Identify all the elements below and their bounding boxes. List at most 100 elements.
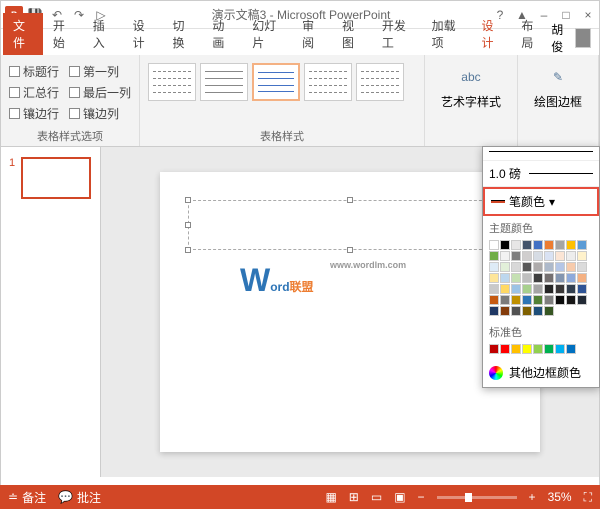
tab-addins[interactable]: 加载项: [422, 13, 472, 55]
color-swatch[interactable]: [522, 273, 532, 283]
handle[interactable]: [347, 247, 353, 253]
color-swatch[interactable]: [500, 273, 510, 283]
tab-table-design[interactable]: 设计: [471, 13, 511, 55]
tab-slideshow[interactable]: 幻灯片: [242, 13, 292, 55]
tab-home[interactable]: 开始: [43, 13, 83, 55]
color-swatch[interactable]: [522, 240, 532, 250]
table-style-4[interactable]: [304, 63, 352, 101]
color-swatch[interactable]: [544, 262, 554, 272]
color-swatch[interactable]: [577, 284, 587, 294]
color-swatch[interactable]: [555, 240, 565, 250]
color-swatch[interactable]: [511, 262, 521, 272]
sorter-view-icon[interactable]: ⊞: [349, 490, 359, 504]
color-swatch[interactable]: [555, 284, 565, 294]
chk-banded-cols[interactable]: 镶边列: [69, 105, 131, 122]
user-area[interactable]: 胡俊: [551, 21, 599, 55]
color-swatch[interactable]: [500, 295, 510, 305]
color-swatch[interactable]: [533, 295, 543, 305]
wordart-button[interactable]: abc 艺术字样式: [433, 59, 509, 116]
color-swatch[interactable]: [511, 344, 521, 354]
color-swatch[interactable]: [522, 306, 532, 316]
more-colors-button[interactable]: 其他边框颜色: [483, 358, 599, 387]
color-swatch[interactable]: [555, 295, 565, 305]
color-swatch[interactable]: [577, 273, 587, 283]
color-swatch[interactable]: [489, 344, 499, 354]
tab-view[interactable]: 视图: [332, 13, 372, 55]
color-swatch[interactable]: [544, 306, 554, 316]
color-swatch[interactable]: [544, 273, 554, 283]
color-swatch[interactable]: [555, 344, 565, 354]
chk-banded-rows[interactable]: 镶边行: [9, 105, 59, 122]
color-swatch[interactable]: [577, 240, 587, 250]
color-swatch[interactable]: [533, 240, 543, 250]
color-swatch[interactable]: [555, 273, 565, 283]
color-swatch[interactable]: [577, 295, 587, 305]
color-swatch[interactable]: [566, 284, 576, 294]
chk-first-col[interactable]: 第一列: [69, 63, 131, 80]
color-swatch[interactable]: [544, 251, 554, 261]
color-swatch[interactable]: [489, 284, 499, 294]
color-swatch[interactable]: [511, 240, 521, 250]
tab-transition[interactable]: 切换: [163, 13, 203, 55]
zoom-slider[interactable]: [437, 496, 517, 499]
title-textbox[interactable]: [188, 200, 512, 250]
color-swatch[interactable]: [566, 344, 576, 354]
slideshow-view-icon[interactable]: ▣: [394, 490, 405, 504]
color-swatch[interactable]: [566, 295, 576, 305]
color-swatch[interactable]: [500, 262, 510, 272]
color-swatch[interactable]: [511, 306, 521, 316]
close-icon[interactable]: ×: [581, 8, 595, 22]
maximize-icon[interactable]: □: [559, 8, 573, 22]
tab-file[interactable]: 文件: [3, 13, 43, 55]
handle[interactable]: [185, 222, 191, 228]
slide-thumbnail[interactable]: [21, 157, 91, 199]
color-swatch[interactable]: [500, 240, 510, 250]
tab-review[interactable]: 审阅: [292, 13, 332, 55]
color-swatch[interactable]: [533, 284, 543, 294]
zoom-thumb[interactable]: [465, 493, 472, 502]
reading-view-icon[interactable]: ▭: [371, 490, 382, 504]
chk-total-row[interactable]: 汇总行: [9, 84, 59, 101]
color-swatch[interactable]: [489, 306, 499, 316]
color-swatch[interactable]: [500, 344, 510, 354]
color-swatch[interactable]: [522, 295, 532, 305]
pen-color-button[interactable]: 笔颜色▾: [483, 187, 599, 216]
color-swatch[interactable]: [533, 273, 543, 283]
table-style-2[interactable]: [200, 63, 248, 101]
chk-header-row[interactable]: 标题行: [9, 63, 59, 80]
fit-window-icon[interactable]: ⛶: [584, 490, 592, 505]
color-swatch[interactable]: [522, 251, 532, 261]
color-swatch[interactable]: [555, 262, 565, 272]
notes-button[interactable]: ≐备注: [8, 489, 46, 506]
color-swatch[interactable]: [544, 344, 554, 354]
table-style-3[interactable]: [252, 63, 300, 101]
line-style-select[interactable]: [483, 147, 599, 161]
normal-view-icon[interactable]: ▦: [325, 490, 336, 504]
zoom-level[interactable]: 35%: [548, 490, 572, 504]
handle[interactable]: [185, 197, 191, 203]
color-swatch[interactable]: [544, 284, 554, 294]
color-swatch[interactable]: [522, 344, 532, 354]
handle[interactable]: [347, 197, 353, 203]
tab-design[interactable]: 设计: [123, 13, 163, 55]
color-swatch[interactable]: [489, 262, 499, 272]
color-swatch[interactable]: [500, 306, 510, 316]
color-swatch[interactable]: [533, 251, 543, 261]
zoom-in-icon[interactable]: +: [529, 490, 536, 504]
color-swatch[interactable]: [577, 251, 587, 261]
tab-layout[interactable]: 布局: [511, 13, 551, 55]
color-swatch[interactable]: [511, 251, 521, 261]
tab-insert[interactable]: 插入: [83, 13, 123, 55]
color-swatch[interactable]: [566, 262, 576, 272]
color-swatch[interactable]: [533, 344, 543, 354]
color-swatch[interactable]: [500, 284, 510, 294]
table-style-5[interactable]: [356, 63, 404, 101]
tab-animation[interactable]: 动画: [202, 13, 242, 55]
color-swatch[interactable]: [566, 251, 576, 261]
handle[interactable]: [185, 247, 191, 253]
color-swatch[interactable]: [533, 262, 543, 272]
color-swatch[interactable]: [566, 240, 576, 250]
table-style-1[interactable]: [148, 63, 196, 101]
color-swatch[interactable]: [522, 284, 532, 294]
color-swatch[interactable]: [489, 251, 499, 261]
